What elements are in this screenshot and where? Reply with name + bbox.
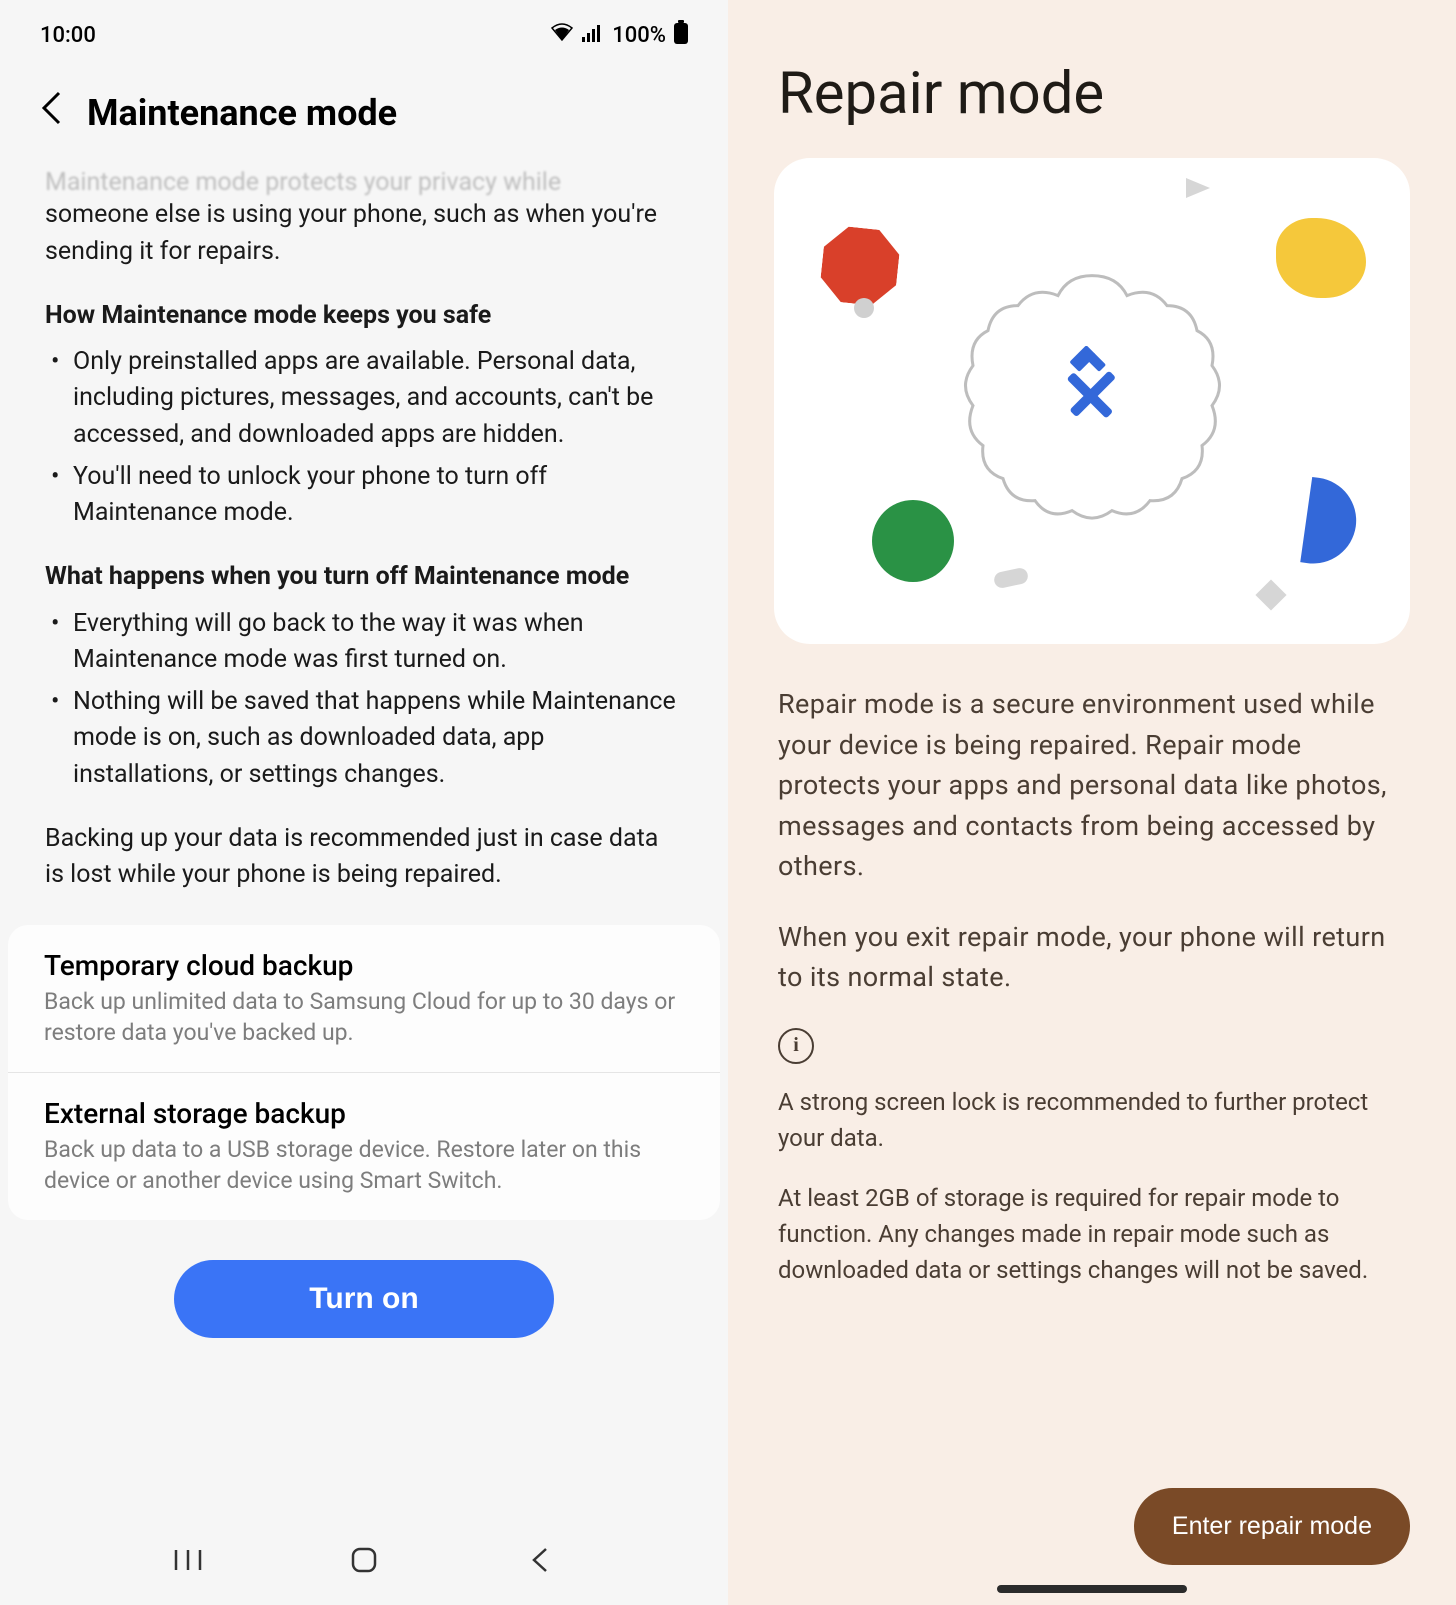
enter-repair-button[interactable]: Enter repair mode xyxy=(1134,1488,1410,1565)
back-nav-icon[interactable] xyxy=(525,1545,555,1575)
intro-text: someone else is using your phone, such a… xyxy=(45,197,683,270)
backup-note: Backing up your data is recommended just… xyxy=(45,821,683,894)
section-heading-2: What happens when you turn off Maintenan… xyxy=(45,559,683,595)
shape-red xyxy=(818,224,902,308)
status-time: 10:00 xyxy=(40,23,96,48)
shape-blue xyxy=(1300,477,1361,569)
bullet: Nothing will be saved that happens while… xyxy=(73,684,683,793)
home-icon[interactable] xyxy=(349,1545,379,1575)
shape-yellow xyxy=(1276,218,1366,298)
description: Repair mode is a secure environment used… xyxy=(728,644,1456,998)
battery-icon xyxy=(674,20,688,50)
illustration-card xyxy=(774,158,1410,644)
desc-paragraph: Repair mode is a secure environment used… xyxy=(778,684,1406,887)
shape-green xyxy=(872,500,954,582)
back-icon[interactable] xyxy=(40,90,62,135)
status-bar: 10:00 100% xyxy=(0,0,728,60)
turn-on-button[interactable]: Turn on xyxy=(174,1260,554,1338)
cloud-backup-option[interactable]: Temporary cloud backup Back up unlimited… xyxy=(8,925,720,1072)
battery-text: 100% xyxy=(612,23,666,48)
pixel-repair-screen: Repair mode Repair mode is a secure envi… xyxy=(728,0,1456,1605)
nav-bar xyxy=(0,1545,728,1575)
option-desc: Back up data to a USB storage device. Re… xyxy=(44,1134,684,1196)
option-title: Temporary cloud backup xyxy=(44,949,684,982)
wifi-icon xyxy=(550,22,574,48)
shape-gray xyxy=(854,298,874,318)
recents-icon[interactable] xyxy=(173,1545,203,1575)
desc-paragraph: When you exit repair mode, your phone wi… xyxy=(778,917,1406,998)
tools-icon xyxy=(1042,346,1142,446)
option-desc: Back up unlimited data to Samsung Cloud … xyxy=(44,986,684,1048)
external-backup-option[interactable]: External storage backup Back up data to … xyxy=(8,1072,720,1220)
bullet: You'll need to unlock your phone to turn… xyxy=(73,459,683,532)
shape-gray xyxy=(1186,178,1210,198)
intro-cut: Maintenance mode protects your privacy w… xyxy=(45,165,683,201)
shape-gray xyxy=(993,567,1030,590)
samsung-maintenance-screen: 10:00 100% Maintenance mode Maintenance … xyxy=(0,0,728,1605)
signal-icon xyxy=(582,23,604,48)
content: Maintenance mode protects your privacy w… xyxy=(0,145,728,893)
info-row: i xyxy=(728,998,1456,1064)
note-paragraph: A strong screen lock is recommended to f… xyxy=(778,1084,1406,1156)
note-paragraph: At least 2GB of storage is required for … xyxy=(778,1180,1406,1288)
page-title: Maintenance mode xyxy=(87,92,397,134)
bullet: Everything will go back to the way it wa… xyxy=(73,606,683,679)
shape-gray xyxy=(1255,579,1286,610)
header: Maintenance mode xyxy=(0,60,728,145)
bullets-1: Only preinstalled apps are available. Pe… xyxy=(73,344,683,531)
info-icon: i xyxy=(778,1028,814,1064)
status-indicators: 100% xyxy=(550,20,688,50)
backup-options-card: Temporary cloud backup Back up unlimited… xyxy=(8,925,720,1220)
option-title: External storage backup xyxy=(44,1097,684,1130)
bullet: Only preinstalled apps are available. Pe… xyxy=(73,344,683,453)
notes: A strong screen lock is recommended to f… xyxy=(728,1064,1456,1288)
bullets-2: Everything will go back to the way it wa… xyxy=(73,606,683,793)
page-title: Repair mode xyxy=(728,0,1456,158)
gesture-bar[interactable] xyxy=(997,1585,1187,1593)
section-heading-1: How Maintenance mode keeps you safe xyxy=(45,298,683,334)
